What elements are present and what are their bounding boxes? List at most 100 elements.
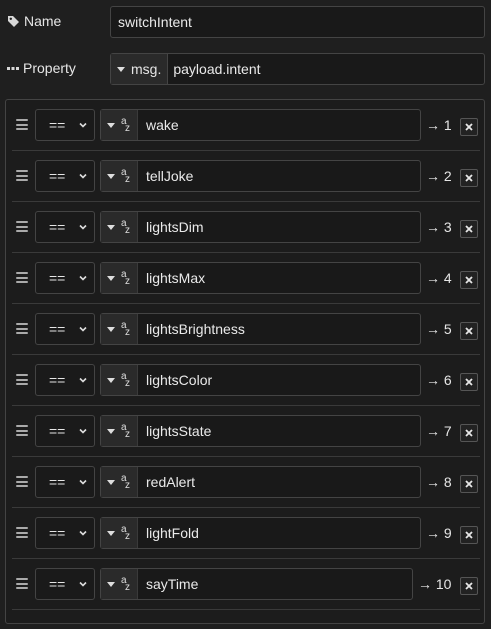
delete-rule-button[interactable] xyxy=(460,118,478,136)
rule-row: == az wake → 1 xyxy=(12,100,480,151)
value-type-select[interactable]: az xyxy=(101,467,138,497)
chevron-down-icon xyxy=(79,530,87,536)
rule-value: lightsState xyxy=(146,423,212,439)
rule-value-input[interactable]: az lightsBrightness xyxy=(100,313,421,345)
operator-select[interactable]: == xyxy=(35,568,95,600)
chevron-down-icon xyxy=(107,479,115,485)
rule-value-input[interactable]: az lightsDim xyxy=(100,211,421,243)
drag-handle-icon[interactable] xyxy=(16,578,28,589)
property-type-select[interactable]: msg. xyxy=(111,54,169,84)
delete-rule-button[interactable] xyxy=(460,373,478,391)
value-type-select[interactable]: az xyxy=(101,110,138,140)
rule-row: == az sayTime → 10 xyxy=(12,559,480,610)
chevron-down-icon xyxy=(107,173,115,179)
drag-handle-icon[interactable] xyxy=(16,272,28,283)
rule-value: sayTime xyxy=(146,576,199,592)
name-input[interactable]: switchIntent xyxy=(110,6,485,38)
chevron-down-icon xyxy=(79,122,87,128)
close-icon xyxy=(465,123,473,131)
operator-select[interactable]: == xyxy=(35,262,95,294)
value-type-select[interactable]: az xyxy=(101,263,138,293)
drag-handle-icon[interactable] xyxy=(16,374,28,385)
rule-value-input[interactable]: az sayTime xyxy=(100,568,413,600)
rule-value: redAlert xyxy=(146,474,196,490)
operator-select[interactable]: == xyxy=(35,364,95,396)
rule-value: lightFold xyxy=(146,525,199,541)
rule-value-input[interactable]: az wake xyxy=(100,109,421,141)
rule-value: lightsBrightness xyxy=(146,321,245,337)
rule-value-input[interactable]: az lightsColor xyxy=(100,364,421,396)
close-icon xyxy=(465,582,473,590)
chevron-down-icon xyxy=(79,428,87,434)
string-type-icon: az xyxy=(121,269,130,287)
operator-value: == xyxy=(49,372,66,388)
rule-value-input[interactable]: az lightsState xyxy=(100,415,421,447)
close-icon xyxy=(465,225,473,233)
rules-list[interactable]: == az wake → 1 == az tellJoke → 2 == a z… xyxy=(5,99,485,624)
operator-value: == xyxy=(49,525,66,541)
value-type-select[interactable]: az xyxy=(101,569,138,599)
delete-rule-button[interactable] xyxy=(460,169,478,187)
output-port-label: → 4 xyxy=(426,270,452,286)
rule-row: == az lightsState → 7 xyxy=(12,406,480,457)
string-type-icon: az xyxy=(121,575,130,593)
delete-rule-button[interactable] xyxy=(460,475,478,493)
delete-rule-button[interactable] xyxy=(460,271,478,289)
delete-rule-button[interactable] xyxy=(460,424,478,442)
output-port-label: → 6 xyxy=(426,372,452,388)
rule-value-input[interactable]: az lightsMax xyxy=(100,262,421,294)
property-value: payload.intent xyxy=(173,61,261,77)
drag-handle-icon[interactable] xyxy=(16,170,28,181)
close-icon xyxy=(465,378,473,386)
rule-row: == az lightsColor → 6 xyxy=(12,355,480,406)
rule-row: == az redAlert → 8 xyxy=(12,457,480,508)
string-type-icon: az xyxy=(121,320,130,338)
operator-select[interactable]: == xyxy=(35,313,95,345)
delete-rule-button[interactable] xyxy=(460,220,478,238)
chevron-down-icon xyxy=(107,326,115,332)
rule-value-input[interactable]: az lightFold xyxy=(100,517,421,549)
operator-value: == xyxy=(49,423,66,439)
rule-value: lightsDim xyxy=(146,219,204,235)
operator-select[interactable]: == xyxy=(35,415,95,447)
chevron-down-icon xyxy=(107,224,115,230)
value-type-select[interactable]: az xyxy=(101,161,138,191)
drag-handle-icon[interactable] xyxy=(16,323,28,334)
rule-value: lightsColor xyxy=(146,372,213,388)
chevron-down-icon xyxy=(107,530,115,536)
rule-value: tellJoke xyxy=(146,168,194,184)
value-type-select[interactable]: az xyxy=(101,518,138,548)
drag-handle-icon[interactable] xyxy=(16,425,28,436)
drag-handle-icon[interactable] xyxy=(16,527,28,538)
drag-handle-icon[interactable] xyxy=(16,119,28,130)
operator-select[interactable]: == xyxy=(35,211,95,243)
output-port-label: → 7 xyxy=(426,423,452,439)
drag-handle-icon[interactable] xyxy=(16,221,28,232)
drag-handle-icon[interactable] xyxy=(16,476,28,487)
close-icon xyxy=(465,480,473,488)
operator-select[interactable]: == xyxy=(35,109,95,141)
output-port-label: → 2 xyxy=(426,168,452,184)
value-type-select[interactable]: az xyxy=(101,416,138,446)
property-input[interactable]: msg. payload.intent xyxy=(110,53,485,85)
chevron-down-icon xyxy=(79,326,87,332)
value-type-select[interactable]: az xyxy=(101,212,138,242)
operator-select[interactable]: == xyxy=(35,517,95,549)
operator-select[interactable]: == xyxy=(35,466,95,498)
output-port-label: → 1 xyxy=(426,117,452,133)
output-port-label: → 3 xyxy=(426,219,452,235)
chevron-down-icon xyxy=(79,377,87,383)
chevron-down-icon xyxy=(79,479,87,485)
string-type-icon: az xyxy=(121,218,130,236)
operator-value: == xyxy=(49,219,66,235)
output-port-label: → 9 xyxy=(426,525,452,541)
delete-rule-button[interactable] xyxy=(460,526,478,544)
value-type-select[interactable]: az xyxy=(101,365,138,395)
rule-value-input[interactable]: az tellJoke xyxy=(100,160,421,192)
operator-select[interactable]: == xyxy=(35,160,95,192)
delete-rule-button[interactable] xyxy=(460,322,478,340)
value-type-select[interactable]: az xyxy=(101,314,138,344)
rule-value-input[interactable]: az redAlert xyxy=(100,466,421,498)
delete-rule-button[interactable] xyxy=(460,577,478,595)
close-icon xyxy=(465,429,473,437)
